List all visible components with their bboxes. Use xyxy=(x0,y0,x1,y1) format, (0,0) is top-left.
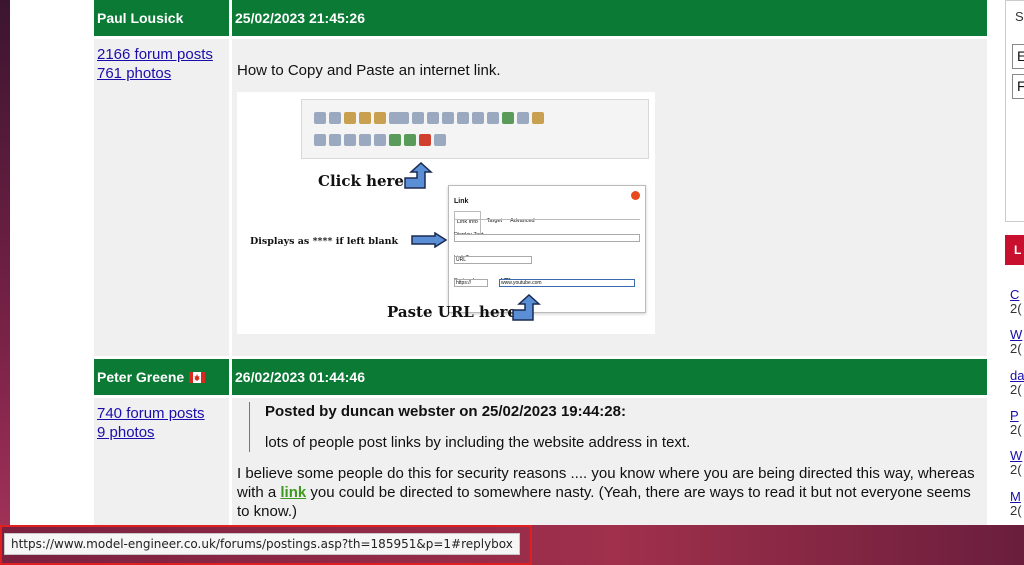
sidebar-input-2[interactable]: F xyxy=(1012,74,1024,99)
list-item[interactable]: da 2( xyxy=(1010,369,1024,397)
latest-header: L xyxy=(1005,235,1024,265)
post-header: Paul Lousick 25/02/2023 21:45:26 xyxy=(94,0,987,36)
list-item[interactable]: P 2( xyxy=(1010,409,1022,437)
inline-link[interactable]: link xyxy=(280,484,306,501)
arrow-right-icon xyxy=(411,232,447,248)
list-item[interactable]: M 2( xyxy=(1010,490,1022,518)
list-item[interactable]: W 2( xyxy=(1010,449,1022,477)
search-card-title: S xyxy=(1015,9,1024,24)
quote-block: Posted by duncan webster on 25/02/2023 1… xyxy=(249,402,984,452)
sidebar-input-1[interactable]: E xyxy=(1012,44,1024,69)
author-stats: 2166 forum posts 761 photos xyxy=(94,39,232,356)
post-content: How to Copy and Paste an internet link. … xyxy=(232,39,987,356)
photos-link[interactable]: 761 photos xyxy=(97,64,226,83)
post-body: 2166 forum posts 761 photos How to Copy … xyxy=(94,39,987,356)
photos-link[interactable]: 9 photos xyxy=(97,423,226,442)
close-icon xyxy=(631,191,640,200)
forum-thread: Paul Lousick 25/02/2023 21:45:26 2166 fo… xyxy=(94,0,987,565)
browser-page: Paul Lousick 25/02/2023 21:45:26 2166 fo… xyxy=(10,0,1024,565)
link-dialog-picture: Link Link Info Target Advanced Display T… xyxy=(448,185,646,313)
desktop-background-left xyxy=(0,0,10,565)
displays-as-label: Displays as **** if left blank xyxy=(250,236,399,247)
post-text: How to Copy and Paste an internet link. xyxy=(237,62,501,79)
forum-posts-link[interactable]: 2166 forum posts xyxy=(97,45,226,64)
canada-flag-icon xyxy=(189,371,206,383)
arrow-up-icon xyxy=(404,162,433,189)
forum-posts-link[interactable]: 740 forum posts xyxy=(97,404,226,423)
search-card xyxy=(1005,0,1024,222)
post-timestamp: 25/02/2023 21:45:26 xyxy=(235,10,365,26)
quote-header: Posted by duncan webster on 25/02/2023 1… xyxy=(265,403,626,420)
list-item[interactable]: W 2( xyxy=(1010,328,1022,356)
reply-text: I believe some people do this for securi… xyxy=(237,465,975,520)
click-here-label: Click here xyxy=(318,172,404,190)
editor-toolbar-picture xyxy=(301,99,649,159)
paste-url-label: Paste URL here xyxy=(387,303,517,321)
list-item[interactable]: C 2( xyxy=(1010,288,1022,316)
post-header: Peter Greene 26/02/2023 01:44:46 xyxy=(94,359,987,395)
tutorial-image[interactable]: Click here Displays as **** if left blan… xyxy=(237,92,655,334)
status-bar: https://www.model-engineer.co.uk/forums/… xyxy=(0,525,1024,565)
highlight-box xyxy=(0,525,532,565)
quote-text: lots of people post links by including t… xyxy=(265,434,691,451)
right-sidebar: S E F L C2( W2( da2( P2( W2( M2( Fa xyxy=(1005,0,1024,565)
arrow-up-icon xyxy=(512,294,541,321)
post-author[interactable]: Paul Lousick xyxy=(94,0,232,36)
post-timestamp: 26/02/2023 01:44:46 xyxy=(235,369,365,385)
post-author[interactable]: Peter Greene xyxy=(94,359,232,395)
